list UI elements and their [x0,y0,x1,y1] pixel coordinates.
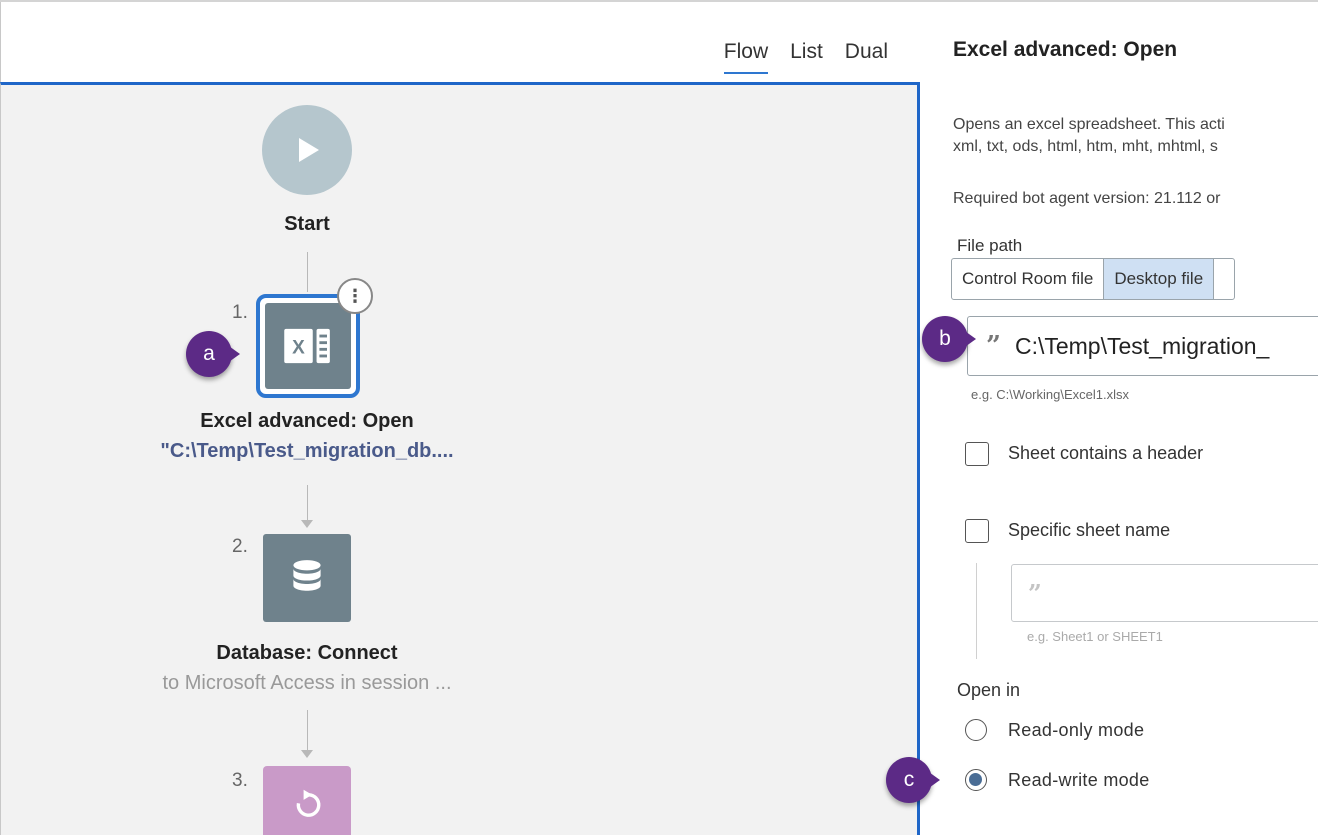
connector [307,252,308,292]
quote-icon: ” [986,331,1001,361]
header-checkbox-label: Sheet contains a header [1008,443,1204,463]
arrowhead [301,520,313,528]
step-number: 3. [232,770,248,791]
sheet-name-input[interactable]: ” [1011,564,1318,622]
arrowhead [301,750,313,758]
read-write-label: Read-write mode [1008,770,1150,790]
file-path-hint: e.g. C:\Working\Excel1.xlsx [971,387,1129,402]
step-loop[interactable] [263,766,351,835]
flow-canvas [0,82,920,835]
sheet-name-checkbox-label: Specific sheet name [1008,520,1171,540]
file-path-input[interactable]: ” C:\Temp\Test_migration_ [967,316,1318,376]
read-only-radio[interactable] [965,719,987,741]
step-subtitle: "C:\Temp\Test_migration_db.... [160,440,454,462]
read-only-label: Read-only mode [1008,720,1145,740]
file-path-label: File path [957,236,1023,255]
sheet-name-checkbox[interactable] [965,519,989,543]
tab-flow[interactable]: Flow [723,40,769,74]
callout-a: a [186,331,240,377]
start-node[interactable] [262,105,352,195]
connector [307,485,308,525]
control-room-file-option[interactable]: Control Room file [952,259,1103,299]
panel-title: Excel advanced: Open [953,38,1178,61]
step-number: 2. [232,536,248,557]
view-tabs: Flow List Dual [723,40,888,74]
file-source-toggle: Control Room file Desktop file [951,258,1236,300]
desktop-file-option[interactable]: Desktop file [1103,259,1215,299]
start-label: Start [284,213,330,235]
read-write-radio[interactable] [965,769,987,791]
more-option[interactable] [1214,259,1234,299]
sheet-name-hint: e.g. Sheet1 or SHEET1 [1027,629,1163,644]
step-number: 1. [232,302,248,323]
svg-text:X: X [292,338,305,359]
description-line: xml, txt, ods, html, htm, mht, mhtml, s [953,138,1218,155]
panel-description: Opens an excel spreadsheet. This acti xm… [953,114,1225,158]
step-subtitle: to Microsoft Access in session ... [162,672,452,694]
loop-icon [296,789,321,817]
step-title: Database: Connect [216,642,398,664]
excel-icon: X [284,328,330,364]
callout-c: c [886,757,940,803]
tab-list[interactable]: List [790,40,823,74]
description-line: Opens an excel spreadsheet. This acti [953,116,1225,133]
canvas-header: Flow List Dual [0,2,920,82]
properties-panel: Excel advanced: Open Opens an excel spre… [923,2,1318,835]
callout-b: b [922,316,976,362]
header-checkbox[interactable] [965,442,989,466]
quote-icon: ” [1028,578,1042,608]
database-icon [293,560,321,591]
step-database-connect[interactable] [263,534,351,622]
tab-dual[interactable]: Dual [845,40,888,74]
more-options-icon[interactable]: ⋮ [337,278,373,314]
required-version: Required bot agent version: 21.112 or [953,190,1221,207]
play-icon [299,138,319,162]
connector [307,710,308,755]
open-in-label: Open in [957,680,1021,700]
step-title: Excel advanced: Open [200,410,414,432]
indent-rule [976,563,977,659]
file-path-value: C:\Temp\Test_migration_ [1014,332,1270,359]
